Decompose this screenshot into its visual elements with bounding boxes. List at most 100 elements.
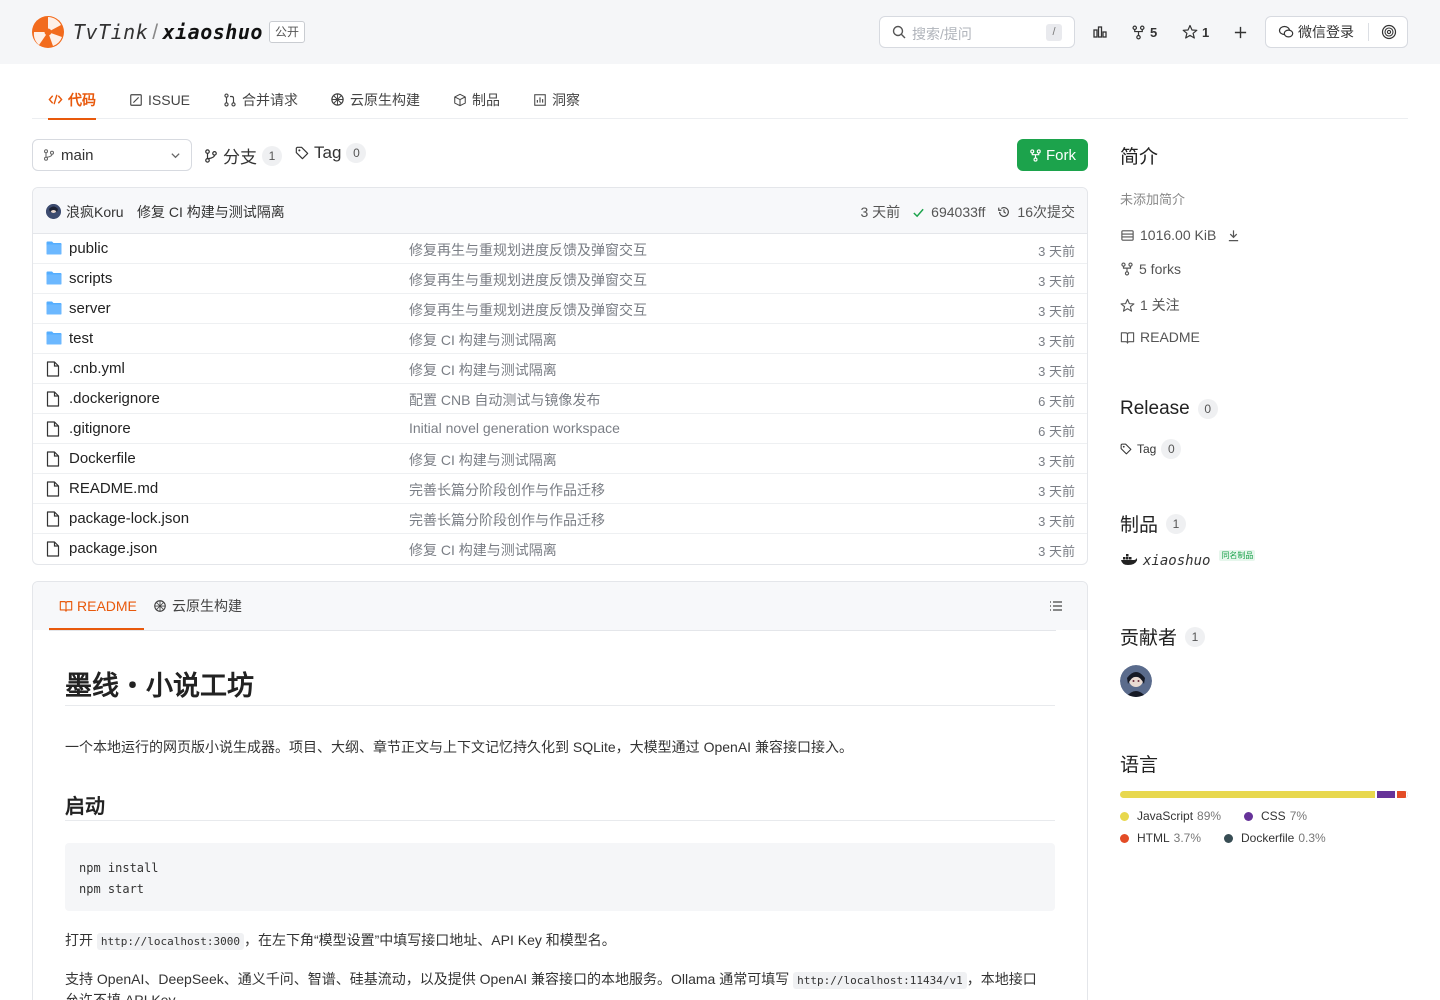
- tab-packages[interactable]: 制品: [453, 80, 500, 119]
- file-name[interactable]: server: [69, 300, 111, 317]
- fingerprint-icon[interactable]: [1381, 24, 1397, 40]
- tag-icon: [1120, 443, 1132, 455]
- file-row[interactable]: .dockerignore 配置 CNB 自动测试与镜像发布 6 天前: [33, 384, 1087, 414]
- fork-button[interactable]: Fork: [1017, 139, 1088, 171]
- file-commit-time: 3 天前: [1038, 304, 1075, 319]
- file-commit-message[interactable]: 完善长篇分阶段创作与作品迁移: [409, 510, 605, 530]
- commit-author-avatar[interactable]: [46, 204, 61, 219]
- commit-hash[interactable]: 694033ff: [931, 204, 985, 220]
- dashboard-button[interactable]: [1092, 16, 1108, 48]
- readme-link-label: README: [1140, 329, 1200, 345]
- tab-insights[interactable]: 洞察: [533, 80, 580, 119]
- folder-icon: [46, 241, 62, 255]
- file-name[interactable]: README.md: [69, 480, 158, 497]
- commit-author[interactable]: 浪疯Koru: [66, 202, 124, 222]
- file-row[interactable]: package.json 修复 CI 构建与测试隔离 3 天前: [33, 534, 1087, 564]
- header-star-button[interactable]: 1: [1182, 16, 1209, 48]
- org-link[interactable]: TvTink: [73, 20, 148, 44]
- file-row[interactable]: .gitignore Initial novel generation works…: [33, 414, 1087, 444]
- file-commit-message[interactable]: 完善长篇分阶段创作与作品迁移: [409, 480, 605, 500]
- download-icon[interactable]: [1227, 229, 1240, 242]
- file-commit-message[interactable]: 修复 CI 构建与测试隔离: [409, 330, 557, 350]
- file-name[interactable]: package.json: [69, 540, 157, 557]
- file-row[interactable]: .cnb.yml 修复 CI 构建与测试隔离 3 天前: [33, 354, 1087, 384]
- file-commit-time: 6 天前: [1038, 394, 1075, 409]
- file-row[interactable]: README.md 完善长篇分阶段创作与作品迁移 3 天前: [33, 474, 1087, 504]
- build-icon: [153, 599, 167, 613]
- file-commit-message[interactable]: 修复再生与重规划进度反馈及弹窗交互: [409, 300, 647, 320]
- book-icon: [59, 599, 73, 613]
- branches-link[interactable]: 分支 1: [204, 143, 282, 168]
- issue-icon: [129, 93, 143, 107]
- about-title: 简介: [1120, 147, 1159, 168]
- wechat-icon: [1278, 24, 1294, 40]
- cnb-logo-icon[interactable]: [31, 15, 65, 49]
- header-fork-button[interactable]: 5: [1131, 16, 1157, 48]
- branch-icon: [43, 149, 55, 161]
- file-name[interactable]: package-lock.json: [69, 510, 189, 527]
- file-name[interactable]: public: [69, 240, 108, 257]
- file-browser: 浪疯Koru 修复 CI 构建与测试隔离 3 天前 694033ff 16次提交…: [32, 187, 1088, 565]
- sidebar-tags[interactable]: Tag 0: [1120, 439, 1182, 459]
- file-row[interactable]: server 修复再生与重规划进度反馈及弹窗交互 3 天前: [33, 294, 1087, 324]
- file-commit-message[interactable]: 修复 CI 构建与测试隔离: [409, 540, 557, 560]
- language-name: JavaScript: [1137, 809, 1194, 823]
- branches-count: 1: [262, 145, 282, 166]
- release-count: 0: [1197, 399, 1218, 419]
- file-name[interactable]: .gitignore: [69, 420, 131, 437]
- search-box[interactable]: 搜索/提问 /: [879, 16, 1075, 48]
- file-row[interactable]: Dockerfile 修复 CI 构建与测试隔离 3 天前: [33, 444, 1087, 474]
- file-name[interactable]: scripts: [69, 270, 112, 287]
- tab-pull-requests[interactable]: 合并请求: [223, 80, 298, 119]
- file-name[interactable]: .cnb.yml: [69, 360, 125, 377]
- release-title: Release: [1120, 398, 1190, 419]
- contributors-heading[interactable]: 贡献者 1: [1120, 623, 1206, 650]
- file-commit-message[interactable]: 修复再生与重规划进度反馈及弹窗交互: [409, 270, 647, 290]
- language-dot: [1224, 833, 1233, 843]
- sidebar-stars[interactable]: 1 关注: [1120, 295, 1180, 315]
- contributor-avatar[interactable]: [1120, 665, 1152, 697]
- file-row[interactable]: package-lock.json 完善长篇分阶段创作与作品迁移 3 天前: [33, 504, 1087, 534]
- login-divider: [1368, 23, 1369, 41]
- file-icon: [46, 481, 60, 497]
- tab-code[interactable]: 代码: [48, 80, 96, 120]
- file-row[interactable]: test 修复 CI 构建与测试隔离 3 天前: [33, 324, 1087, 354]
- file-row[interactable]: scripts 修复再生与重规划进度反馈及弹窗交互 3 天前: [33, 264, 1087, 294]
- tag-label: Tag: [1137, 442, 1157, 456]
- tags-link[interactable]: Tag 0: [295, 143, 367, 163]
- branch-selector[interactable]: main: [32, 139, 192, 171]
- package-item[interactable]: xiaoshuo 同名制品: [1120, 550, 1256, 569]
- file-commit-message[interactable]: 修复再生与重规划进度反馈及弹窗交互: [409, 240, 647, 260]
- tab-issue[interactable]: ISSUE: [129, 80, 190, 119]
- file-name[interactable]: .dockerignore: [69, 390, 160, 407]
- file-name[interactable]: Dockerfile: [69, 450, 136, 467]
- code-icon: [48, 92, 63, 107]
- wechat-login-button[interactable]: 微信登录: [1265, 16, 1408, 48]
- branch-icon: [204, 148, 218, 163]
- tab-build[interactable]: 云原生构建: [330, 80, 420, 119]
- file-icon: [46, 451, 60, 467]
- tab-packages-label: 制品: [472, 91, 500, 108]
- repo-link[interactable]: xiaoshuo: [163, 20, 263, 44]
- packages-heading[interactable]: 制品 1: [1120, 510, 1187, 537]
- sidebar-forks[interactable]: 5 forks: [1120, 261, 1181, 277]
- folder-icon: [46, 331, 62, 345]
- file-commit-message[interactable]: Initial novel generation workspace: [409, 420, 620, 436]
- file-name[interactable]: test: [69, 330, 93, 347]
- release-heading[interactable]: Release 0: [1120, 398, 1218, 420]
- file-commit-message[interactable]: 修复 CI 构建与测试隔离: [409, 450, 557, 470]
- language-item: Dockerfile 0.3%: [1224, 831, 1326, 845]
- file-icon: [46, 541, 60, 557]
- file-row[interactable]: public 修复再生与重规划进度反馈及弹窗交互 3 天前: [33, 234, 1087, 264]
- commit-count[interactable]: 16次提交: [1017, 202, 1075, 222]
- tab-readme[interactable]: README: [49, 582, 144, 630]
- paragraph-text: 支持 OpenAI、DeepSeek、通义千问、智谱、硅基流动，以及提供 Ope…: [65, 971, 794, 987]
- sidebar-readme-link[interactable]: README: [1120, 329, 1200, 345]
- create-button[interactable]: [1233, 16, 1248, 48]
- table-of-contents-icon[interactable]: [1049, 600, 1063, 612]
- commit-message[interactable]: 修复 CI 构建与测试隔离: [137, 202, 285, 222]
- file-commit-message[interactable]: 修复 CI 构建与测试隔离: [409, 360, 557, 380]
- tab-readme-build[interactable]: 云原生构建: [153, 582, 242, 630]
- docker-icon: [1120, 553, 1138, 567]
- file-commit-message[interactable]: 配置 CNB 自动测试与镜像发布: [409, 390, 600, 410]
